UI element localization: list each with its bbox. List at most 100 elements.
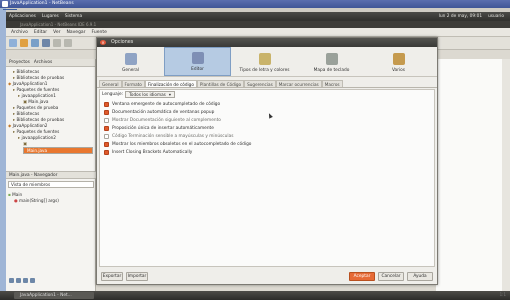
ide-menubar: Archivo Editar Ver Navegar Fuente: [6, 28, 510, 37]
tree-node-label: Bibliotecas de pruebas: [16, 75, 65, 80]
vm-marker: [3, 9, 17, 10]
menu-fuente[interactable]: Fuente: [89, 30, 110, 35]
clock[interactable]: lun 2 de may, 09:01: [439, 12, 482, 21]
subtab[interactable]: Sugerencias: [244, 80, 276, 87]
checkbox[interactable]: [104, 149, 109, 155]
user-menu[interactable]: usuario: [488, 12, 504, 21]
editor-subtabs: General Formato Finalización de código Plan…: [97, 80, 437, 88]
checkbox[interactable]: [104, 125, 109, 131]
completion-option[interactable]: Código Terminación sensible a mayúsculas…: [104, 132, 434, 140]
checkbox[interactable]: [104, 141, 109, 147]
sort-icon[interactable]: [9, 277, 14, 283]
completion-option[interactable]: Proposición única de insertar automática…: [104, 124, 434, 132]
category-label: General: [122, 68, 139, 73]
tab-projects[interactable]: Proyectos: [9, 60, 30, 65]
language-select[interactable]: Todos los idiomas ▾: [125, 91, 175, 98]
ide-titlebar: JavaApplication1 - NetBeans IDE 6.9.1: [6, 21, 510, 28]
tree-node-label: Main.java: [28, 99, 49, 104]
tree-node-label: Bibliotecas de pruebas: [16, 117, 65, 122]
option-label: Ventana emergente de autocompletado de c…: [112, 101, 221, 107]
open-project-icon[interactable]: [31, 39, 39, 47]
language-row: Lenguaje: Todos los idiomas ▾: [100, 90, 434, 99]
category-mapa[interactable]: Mapa de teclado: [298, 47, 365, 76]
new-project-icon[interactable]: [20, 39, 28, 47]
save-all-icon[interactable]: [42, 39, 50, 47]
import-button[interactable]: Importar: [126, 272, 148, 281]
keymap-icon: [325, 53, 338, 65]
subtab[interactable]: Marcar ocurrencias: [275, 80, 322, 87]
fields-icon[interactable]: [23, 277, 28, 283]
menu-editar[interactable]: Editar: [31, 30, 50, 35]
category-editor[interactable]: Editor: [164, 47, 231, 76]
option-label: Código Terminación sensible a mayúsculas…: [112, 133, 234, 139]
tree-node-label: JavaApplication2: [12, 123, 48, 128]
category-bar: General Editor Tipos de letra y colores Map…: [97, 47, 437, 77]
navigator-method-item[interactable]: ● main(String[] args): [8, 198, 94, 204]
tree-node-label: Paquetes de fuentes: [16, 129, 60, 134]
completion-option[interactable]: Insert Closing Brackets Automatically: [104, 148, 434, 156]
completion-option[interactable]: Ventana emergente de autocompletado de c…: [104, 100, 434, 108]
static-icon[interactable]: [30, 277, 35, 283]
checkbox[interactable]: [104, 109, 109, 115]
dialog-close-icon[interactable]: ×: [100, 40, 106, 45]
category-label: Editor: [191, 67, 204, 72]
navigator-panel: Main.java - Navegador Vista de miembros …: [6, 171, 96, 206]
general-icon: [124, 53, 137, 65]
projects-panel: Proyectos Archivos ▸ Bibliotecas ▸ Biblio…: [6, 59, 96, 291]
tree-node-label: Bibliotecas: [16, 111, 40, 116]
option-label: Documentación automática de ventanas pop…: [112, 109, 215, 115]
checkbox[interactable]: [104, 101, 109, 107]
export-button[interactable]: Exportar: [101, 272, 123, 281]
filter-icon[interactable]: [16, 277, 21, 283]
cancel-button[interactable]: Cancelar: [378, 272, 404, 281]
category-tipos[interactable]: Tipos de letra y colores: [231, 47, 298, 76]
checkbox[interactable]: [104, 117, 109, 123]
options-dialog: × Opciones General Editor Tipos de letra y…: [96, 37, 438, 285]
subtab[interactable]: Macros: [321, 80, 343, 87]
navigator-filter[interactable]: Vista de miembros: [8, 181, 94, 188]
places-menu[interactable]: Lugares: [39, 12, 62, 21]
completion-option[interactable]: Mostrar los miembros obsoletos en el aut…: [104, 140, 434, 148]
help-button[interactable]: Ayuda: [407, 272, 433, 281]
option-label: Mostrar los miembros obsoletos en el aut…: [112, 141, 252, 147]
option-label: Insert Closing Brackets Automatically: [112, 149, 193, 155]
category-varios[interactable]: Varios: [365, 47, 432, 76]
completion-options: Ventana emergente de autocompletado de c…: [100, 99, 434, 156]
undo-icon[interactable]: [53, 39, 61, 47]
tree-node-label: Main.java: [23, 147, 93, 154]
menu-ver[interactable]: Ver: [50, 30, 63, 35]
subtab[interactable]: General: [99, 80, 122, 87]
tab-files[interactable]: Archivos: [34, 60, 52, 65]
taskbar-window-button[interactable]: JavaApplication1 - Net...: [14, 292, 94, 299]
new-file-icon[interactable]: [9, 39, 17, 47]
project-tree: ▸ Bibliotecas ▸ Bibliotecas de pruebas ◆ J…: [6, 67, 95, 156]
java-file-icon: ▣: [23, 141, 27, 146]
left-bottom-toolbar: [6, 275, 96, 285]
vm-titlebar: JavaApplication1 - NetBeans: [0, 0, 510, 8]
apps-menu[interactable]: Aplicaciones: [6, 12, 39, 21]
gnome-top-panel: Aplicaciones Lugares Sistema lun 2 de ma…: [6, 12, 510, 21]
tree-node-label: JavaApplication1: [12, 81, 48, 86]
option-label: Proposición única de insertar automática…: [112, 125, 214, 131]
subtab[interactable]: Finalización de código: [144, 80, 197, 87]
category-general[interactable]: General: [97, 47, 164, 76]
editor-scrollbar[interactable]: [502, 59, 510, 291]
editor-area[interactable]: [436, 59, 510, 291]
tree-node[interactable]: ▣ Main.java: [8, 141, 93, 154]
chevron-down-icon: ▾: [168, 91, 171, 97]
menu-archivo[interactable]: Archivo: [8, 30, 31, 35]
status-position: 1:1: [499, 292, 506, 297]
system-menu[interactable]: Sistema: [62, 12, 85, 21]
menu-navegar[interactable]: Navegar: [64, 30, 89, 35]
tree-node-label: Paquetes de prueba: [16, 105, 59, 110]
checkbox[interactable]: [104, 133, 109, 139]
redo-icon[interactable]: [64, 39, 72, 47]
tree-node-label: Bibliotecas: [16, 69, 40, 74]
vm-title: JavaApplication1 - NetBeans: [10, 1, 74, 6]
ok-button[interactable]: Aceptar: [349, 272, 375, 281]
subtab[interactable]: Formato: [121, 80, 145, 87]
subtab[interactable]: Plantillas de Código: [196, 80, 245, 87]
navigator-title: Main.java - Navegador: [6, 171, 96, 179]
category-label: Varios: [391, 68, 406, 73]
desktop: JavaApplication1 - NetBeans Aplicaciones…: [0, 0, 510, 300]
